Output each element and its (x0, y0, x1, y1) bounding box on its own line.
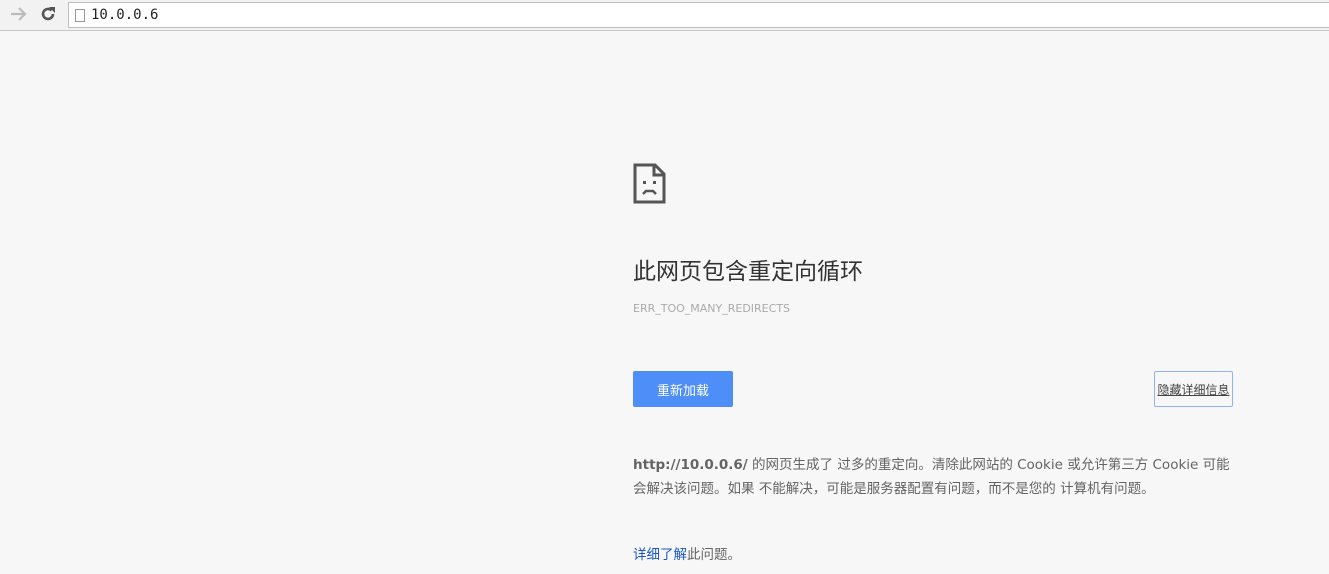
error-title: 此网页包含重定向循环 (633, 259, 863, 285)
hide-details-button[interactable]: 隐藏详细信息 (1154, 371, 1233, 407)
error-code: ERR_TOO_MANY_REDIRECTS (633, 302, 791, 315)
arrow-right-icon (11, 7, 27, 21)
address-bar[interactable]: 10.0.0.6 (68, 2, 1329, 28)
file-icon (75, 8, 85, 22)
reload-browser-button[interactable] (37, 4, 59, 24)
error-url: http://10.0.0.6/ (633, 457, 748, 473)
learn-more-link[interactable]: 详细了解 (633, 547, 687, 563)
browser-toolbar: 10.0.0.6 (0, 0, 1329, 31)
sad-page-icon (633, 163, 666, 204)
learn-more-suffix: 此问题。 (687, 547, 741, 563)
reload-button[interactable]: 重新加载 (633, 371, 733, 407)
error-description: http://10.0.0.6/ 的网页生成了 过多的重定向。清除此网站的 Co… (633, 453, 1233, 501)
reload-icon (41, 7, 55, 21)
learn-more: 详细了解此问题。 (633, 543, 741, 563)
url-text: 10.0.0.6 (91, 7, 159, 23)
forward-button[interactable] (8, 4, 30, 24)
